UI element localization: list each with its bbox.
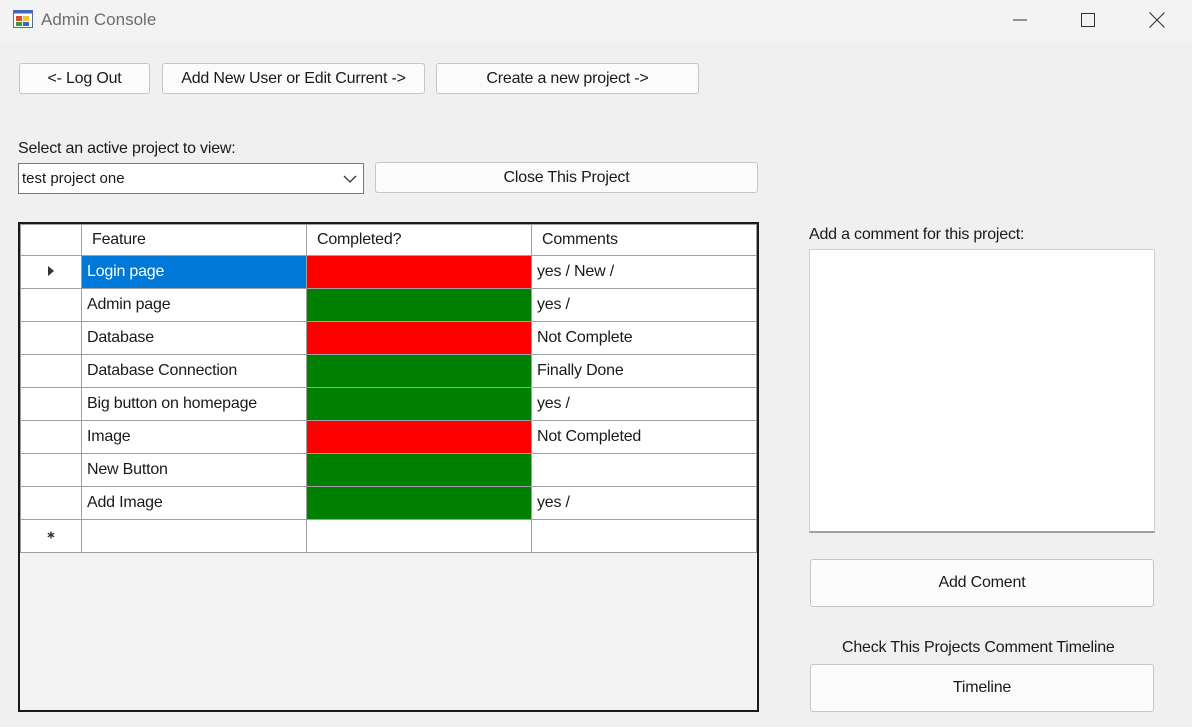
row-selector[interactable] <box>20 288 82 322</box>
cell-comment[interactable]: Not Completed <box>531 420 757 454</box>
cell-feature[interactable]: Login page <box>81 255 307 289</box>
cell-completed[interactable] <box>306 453 532 487</box>
cell-feature[interactable] <box>81 519 307 553</box>
create-project-button[interactable]: Create a new project -> <box>436 63 699 94</box>
app-icon <box>13 10 33 28</box>
cell-feature[interactable]: Add Image <box>81 486 307 520</box>
table-row[interactable]: Image Not Completed <box>20 420 757 454</box>
timeline-label: Check This Projects Comment Timeline <box>842 639 1115 656</box>
cell-completed[interactable] <box>306 519 532 553</box>
column-header-comments[interactable]: Comments <box>531 224 757 256</box>
table-row[interactable]: Database Not Complete <box>20 321 757 355</box>
window-title: Admin Console <box>41 10 157 29</box>
row-selector[interactable] <box>20 354 82 388</box>
current-row-arrow-icon <box>48 265 54 276</box>
table-row[interactable]: Admin page yes / <box>20 288 757 322</box>
cell-comment[interactable]: yes / <box>531 288 757 322</box>
minimize-button[interactable] <box>985 0 1055 40</box>
project-select-label: Select an active project to view: <box>18 140 236 157</box>
project-dropdown[interactable]: test project one <box>18 163 364 194</box>
cell-feature[interactable]: Image <box>81 420 307 454</box>
chevron-down-icon <box>343 175 357 183</box>
maximize-button[interactable] <box>1053 0 1123 40</box>
add-user-button[interactable]: Add New User or Edit Current -> <box>162 63 425 94</box>
row-header-corner <box>20 224 82 256</box>
cell-completed[interactable] <box>306 321 532 355</box>
features-grid: Feature Completed? Comments Login page y… <box>18 222 759 712</box>
table-row[interactable]: Database Connection Finally Done <box>20 354 757 388</box>
cell-feature[interactable]: Big button on homepage <box>81 387 307 421</box>
comment-textarea[interactable] <box>809 249 1155 533</box>
column-header-feature[interactable]: Feature <box>81 224 307 256</box>
row-selector[interactable] <box>20 321 82 355</box>
cell-comment[interactable]: yes / <box>531 486 757 520</box>
cell-completed[interactable] <box>306 354 532 388</box>
cell-completed[interactable] <box>306 420 532 454</box>
row-selector[interactable] <box>20 453 82 487</box>
column-header-completed[interactable]: Completed? <box>306 224 532 256</box>
timeline-button[interactable]: Timeline <box>810 664 1154 712</box>
title-bar: Admin Console <box>0 0 1192 42</box>
new-table-row[interactable] <box>20 519 757 553</box>
cell-feature[interactable]: Admin page <box>81 288 307 322</box>
cell-comment[interactable]: yes / New / <box>531 255 757 289</box>
cell-completed[interactable] <box>306 486 532 520</box>
close-icon <box>1149 12 1165 28</box>
admin-console-window: Admin Console <- Log Out Add New User or… <box>0 0 1192 727</box>
minimize-icon <box>1013 19 1027 21</box>
cell-comment[interactable]: yes / <box>531 387 757 421</box>
table-row[interactable]: Add Image yes / <box>20 486 757 520</box>
table-row[interactable]: Login page yes / New / <box>20 255 757 289</box>
cell-completed[interactable] <box>306 288 532 322</box>
row-selector[interactable] <box>20 519 82 553</box>
cell-completed[interactable] <box>306 255 532 289</box>
cell-comment[interactable] <box>531 519 757 553</box>
row-selector[interactable] <box>20 255 82 289</box>
logout-button[interactable]: <- Log Out <box>19 63 150 94</box>
table-row[interactable]: New Button <box>20 453 757 487</box>
cell-feature[interactable]: New Button <box>81 453 307 487</box>
cell-comment[interactable]: Not Complete <box>531 321 757 355</box>
cell-comment[interactable] <box>531 453 757 487</box>
row-selector[interactable] <box>20 486 82 520</box>
project-dropdown-value: test project one <box>22 170 125 187</box>
row-selector[interactable] <box>20 420 82 454</box>
table-header-row: Feature Completed? Comments <box>20 224 757 256</box>
cell-feature[interactable]: Database Connection <box>81 354 307 388</box>
row-selector[interactable] <box>20 387 82 421</box>
add-comment-button[interactable]: Add Coment <box>810 559 1154 607</box>
features-table: Feature Completed? Comments Login page y… <box>20 224 757 553</box>
new-row-asterisk-icon <box>47 531 55 539</box>
cell-comment[interactable]: Finally Done <box>531 354 757 388</box>
comment-label: Add a comment for this project: <box>809 226 1025 243</box>
maximize-icon <box>1081 13 1095 27</box>
close-project-button[interactable]: Close This Project <box>375 162 758 193</box>
cell-feature[interactable]: Database <box>81 321 307 355</box>
table-row[interactable]: Big button on homepage yes / <box>20 387 757 421</box>
close-button[interactable] <box>1122 0 1192 40</box>
cell-completed[interactable] <box>306 387 532 421</box>
